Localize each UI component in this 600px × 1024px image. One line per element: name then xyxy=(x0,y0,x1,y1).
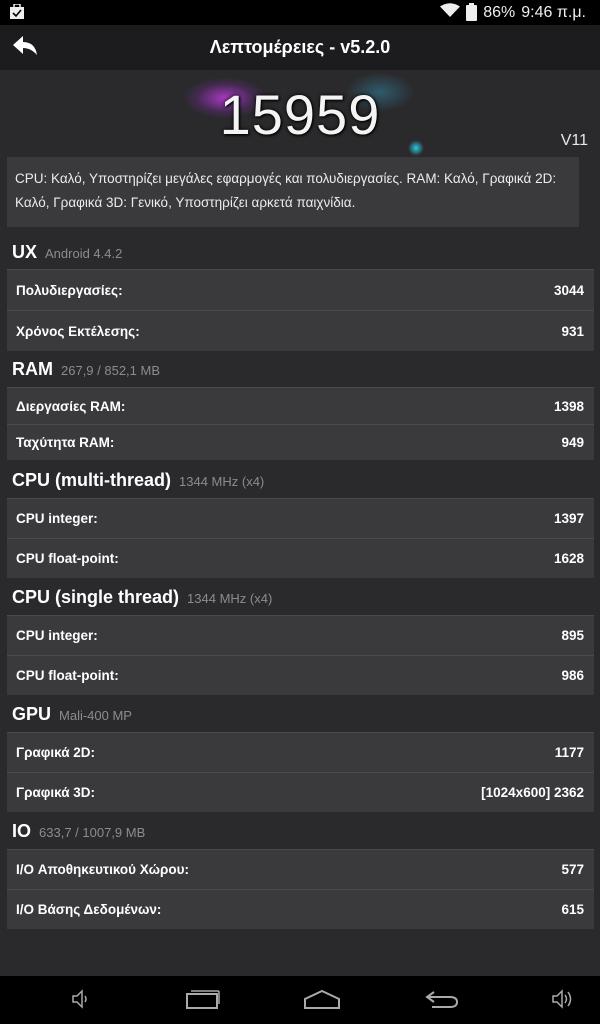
row-value: 1628 xyxy=(553,551,584,566)
home-icon[interactable] xyxy=(303,988,341,1015)
navigation-bar xyxy=(0,976,600,1024)
row-label: Πολυδιεργασίες: xyxy=(16,282,123,298)
row-label: Διεργασίες RAM: xyxy=(16,398,126,414)
list-item[interactable]: Διεργασίες RAM: 1398 xyxy=(7,387,594,424)
battery-level: 86% xyxy=(483,3,516,21)
row-value: 931 xyxy=(561,323,584,339)
back-icon[interactable] xyxy=(424,988,460,1015)
section-rows-ram: Διεργασίες RAM: 1398 Ταχύτητα RAM: 949 xyxy=(7,387,594,460)
section-rows-gpu: Γραφικά 2D: 1177 Γραφικά 3D: [1024x600] 23… xyxy=(7,732,594,812)
section-title-cpu-multi: CPU (multi-thread) 1344 MHz (x4) xyxy=(12,470,265,490)
list-item[interactable]: Πολυδιεργασίες: 3044 xyxy=(7,269,594,310)
row-label: Γραφικά 2D: xyxy=(16,745,96,760)
row-value: 3044 xyxy=(553,282,584,298)
wifi-icon xyxy=(440,2,461,23)
row-label: I/O Αποθηκευτικού Χώρου: xyxy=(16,862,189,877)
row-label: I/O Βάσης Δεδομένων: xyxy=(16,902,162,917)
briefcase-icon xyxy=(10,3,24,24)
section-title-ram: RAM 267,9 / 852,1 MB xyxy=(12,359,161,379)
row-value: 1397 xyxy=(553,511,584,526)
row-label: CPU float-point: xyxy=(16,551,119,566)
total-score: 15959 xyxy=(219,83,381,146)
row-label: CPU integer: xyxy=(16,628,98,643)
list-item[interactable]: I/O Βάσης Δεδομένων: 615 xyxy=(7,889,594,929)
status-bar: 86% 9:46 π.μ. xyxy=(0,0,600,25)
clock: 9:46 π.μ. xyxy=(521,3,586,21)
section-title-ux: UX Android 4.4.2 xyxy=(12,242,123,262)
app-header: Λεπτομέρειες - v5.2.0 xyxy=(0,25,600,70)
section-title-gpu: GPU Mali-400 MP xyxy=(12,704,132,724)
row-value: 577 xyxy=(561,862,584,877)
list-item[interactable]: CPU float-point: 986 xyxy=(7,655,594,695)
list-item[interactable]: Χρόνος Εκτέλεσης: 931 xyxy=(7,310,594,351)
row-value: 1398 xyxy=(553,398,584,414)
row-value: [1024x600] 2362 xyxy=(481,785,584,800)
row-label: Χρόνος Εκτέλεσης: xyxy=(16,323,140,339)
battery-icon xyxy=(466,2,478,21)
list-item[interactable]: Γραφικά 2D: 1177 xyxy=(7,732,594,772)
version-label: V11 xyxy=(560,132,588,149)
score-panel: 15959 V11 xyxy=(0,70,600,156)
section-rows-ux: Πολυδιεργασίες: 3044 Χρόνος Εκτέλεσης: 931 xyxy=(7,269,594,351)
row-value: 1177 xyxy=(554,745,584,760)
recent-apps-icon[interactable] xyxy=(185,988,221,1015)
section-title-io: IO 633,7 / 1007,9 MB xyxy=(12,821,146,841)
list-item[interactable]: I/O Αποθηκευτικού Χώρου: 577 xyxy=(7,849,594,889)
section-title-cpu-single: CPU (single thread) 1344 MHz (x4) xyxy=(12,587,273,607)
section-rows-cpu-multi: CPU integer: 1397 CPU float-point: 1628 xyxy=(7,498,594,578)
list-item[interactable]: Ταχύτητα RAM: 949 xyxy=(7,424,594,460)
row-value: 986 xyxy=(561,668,584,683)
back-arrow-icon[interactable] xyxy=(12,35,42,61)
list-item[interactable]: CPU integer: 1397 xyxy=(7,498,594,538)
row-label: CPU float-point: xyxy=(16,668,119,683)
section-rows-io: I/O Αποθηκευτικού Χώρου: 577 I/O Βάσης Δε… xyxy=(7,849,594,929)
row-value: 615 xyxy=(561,902,584,917)
list-item[interactable]: CPU integer: 895 xyxy=(7,615,594,655)
row-label: CPU integer: xyxy=(16,511,98,526)
volume-down-icon[interactable] xyxy=(70,988,92,1015)
list-item[interactable]: Γραφικά 3D: [1024x600] 2362 xyxy=(7,772,594,812)
page-title: Λεπτομέρειες - v5.2.0 xyxy=(209,37,391,57)
section-rows-cpu-single: CPU integer: 895 CPU float-point: 986 xyxy=(7,615,594,695)
list-item[interactable]: CPU float-point: 1628 xyxy=(7,538,594,578)
row-value: 895 xyxy=(561,628,584,643)
volume-up-icon[interactable] xyxy=(550,988,574,1015)
summary-text: CPU: Καλό, Υποστηρίζει μεγάλες εφαρμογές… xyxy=(7,157,579,227)
row-label: Ταχύτητα RAM: xyxy=(16,435,115,450)
row-value: 949 xyxy=(561,435,584,450)
row-label: Γραφικά 3D: xyxy=(16,785,96,800)
